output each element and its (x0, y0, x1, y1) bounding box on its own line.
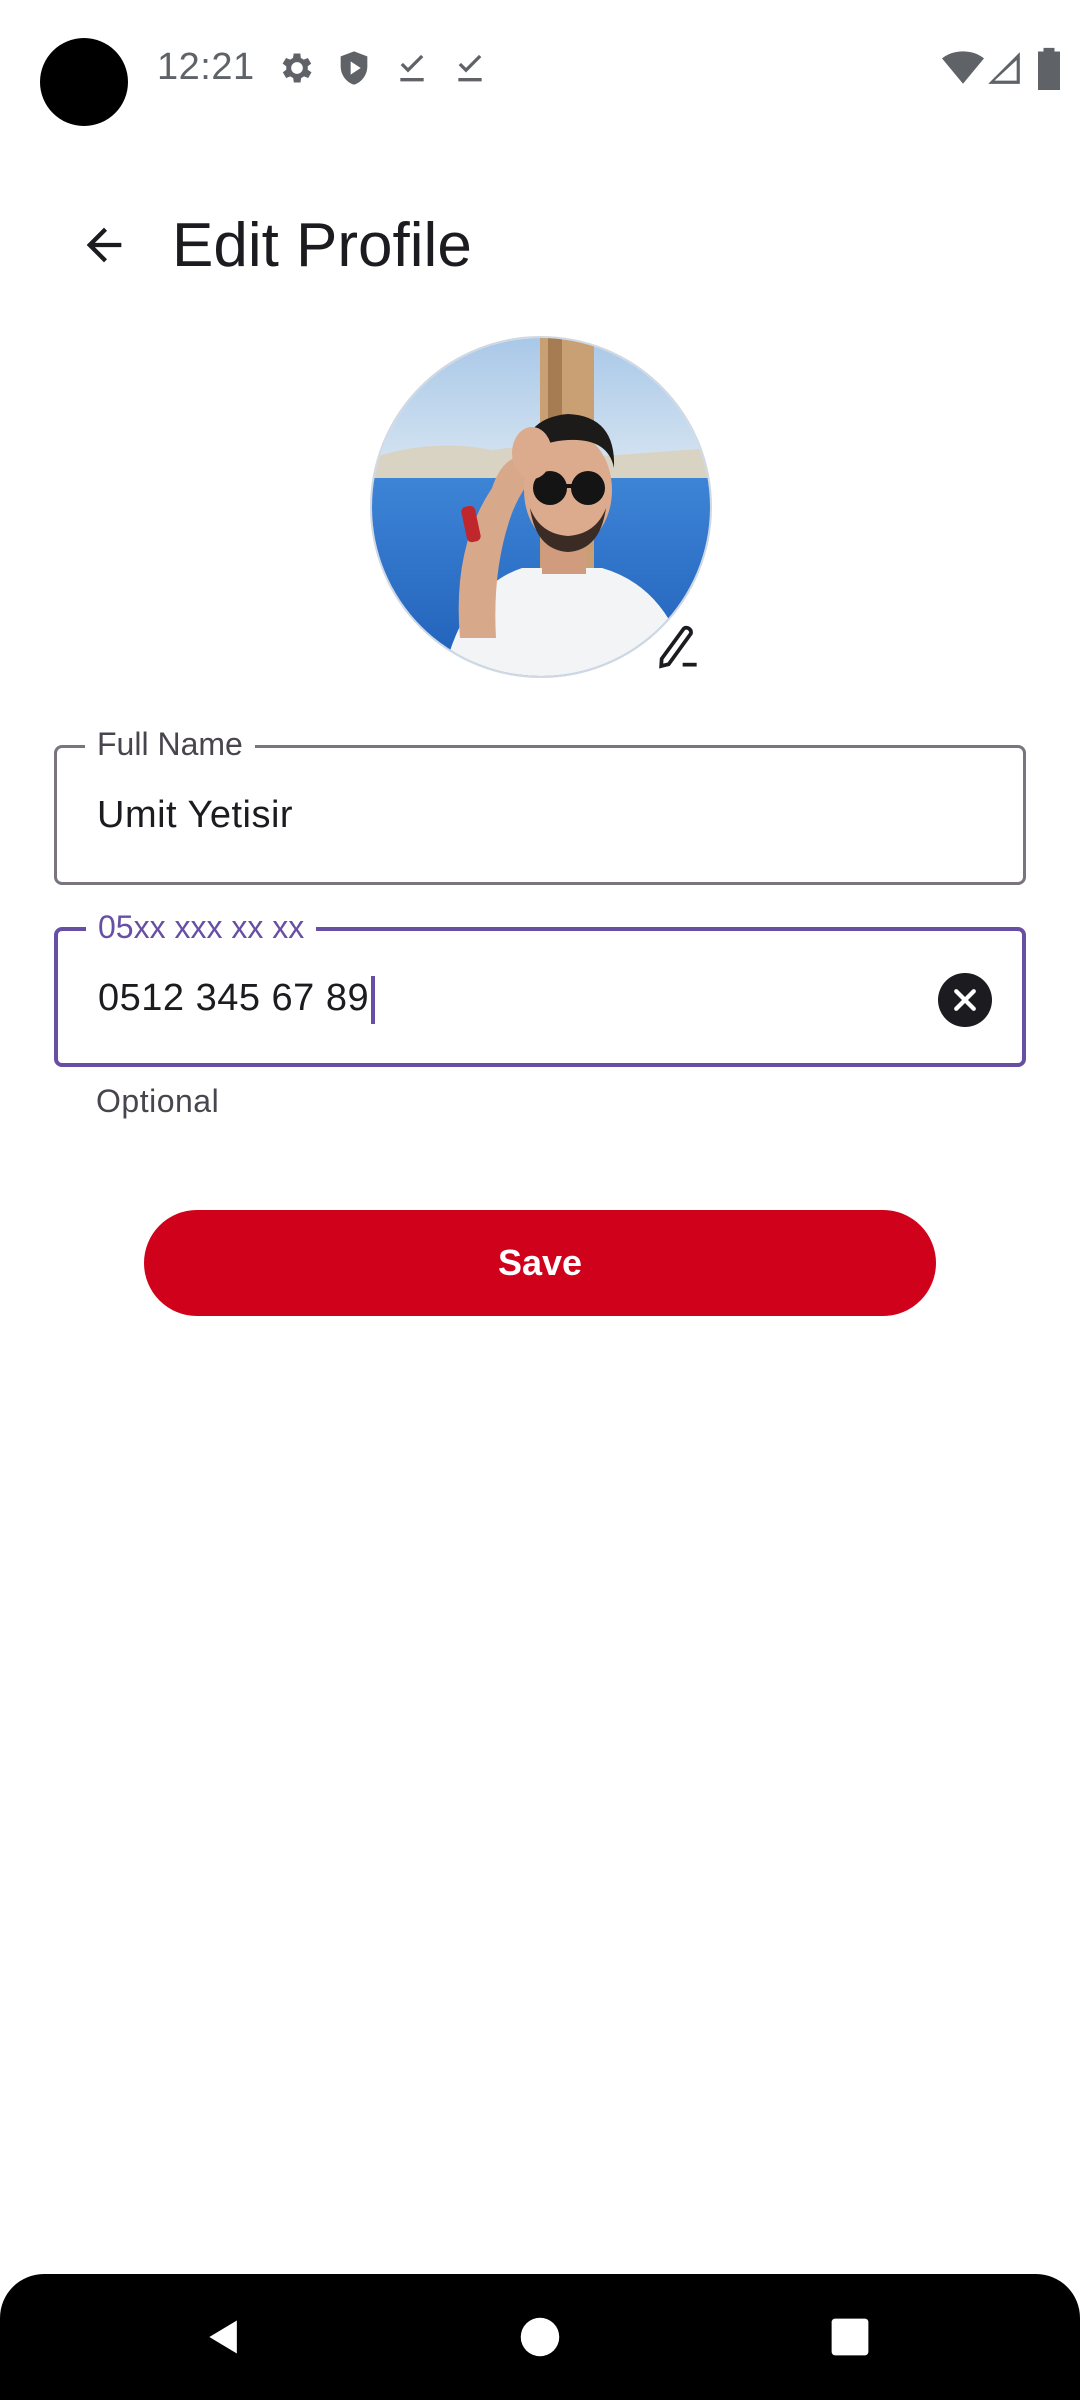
camera-cutout (40, 38, 128, 126)
avatar-container[interactable] (370, 336, 712, 678)
edit-pencil-icon[interactable] (650, 618, 706, 674)
text-cursor (371, 975, 376, 1024)
full-name-label: Full Name (85, 724, 255, 764)
arrow-back-icon (86, 227, 122, 263)
save-button[interactable]: Save (144, 1210, 936, 1316)
battery-icon (1038, 47, 1060, 90)
phone-helper-text: Optional (96, 1083, 220, 1119)
system-navigation-bar (0, 2274, 1080, 2400)
signal-icon (988, 52, 1020, 84)
nav-home-icon (520, 2317, 560, 2357)
phone-value: 0512 345 67 89 (98, 977, 370, 1019)
phone-field[interactable]: 05xx xxx xx xx 0512 345 67 89 (54, 907, 1026, 1067)
nav-home-button[interactable] (510, 2307, 570, 2367)
full-name-field[interactable]: Full Name (54, 724, 1026, 885)
status-bar: 12:21 (0, 0, 1080, 140)
nav-recents-icon (831, 2318, 869, 2356)
app-bar: Edit Profile (0, 180, 1080, 310)
full-name-input[interactable] (97, 790, 917, 840)
nav-recents-button[interactable] (820, 2307, 880, 2367)
back-button[interactable] (66, 207, 142, 283)
download-done-icon (400, 54, 424, 82)
nav-back-button[interactable] (194, 2307, 254, 2367)
phone-label: 05xx xxx xx xx (86, 907, 317, 947)
status-time: 12:21 (157, 46, 255, 88)
wifi-icon (942, 51, 984, 84)
clear-phone-button[interactable] (938, 973, 992, 1027)
clear-icon (954, 989, 976, 1011)
nav-back-icon (209, 2320, 237, 2354)
gear-icon (282, 53, 312, 83)
page-title: Edit Profile (172, 211, 472, 280)
phone-input[interactable]: 0512 345 67 89 (98, 973, 918, 1024)
shield-icon (340, 51, 368, 85)
download-done-icon (458, 54, 482, 82)
